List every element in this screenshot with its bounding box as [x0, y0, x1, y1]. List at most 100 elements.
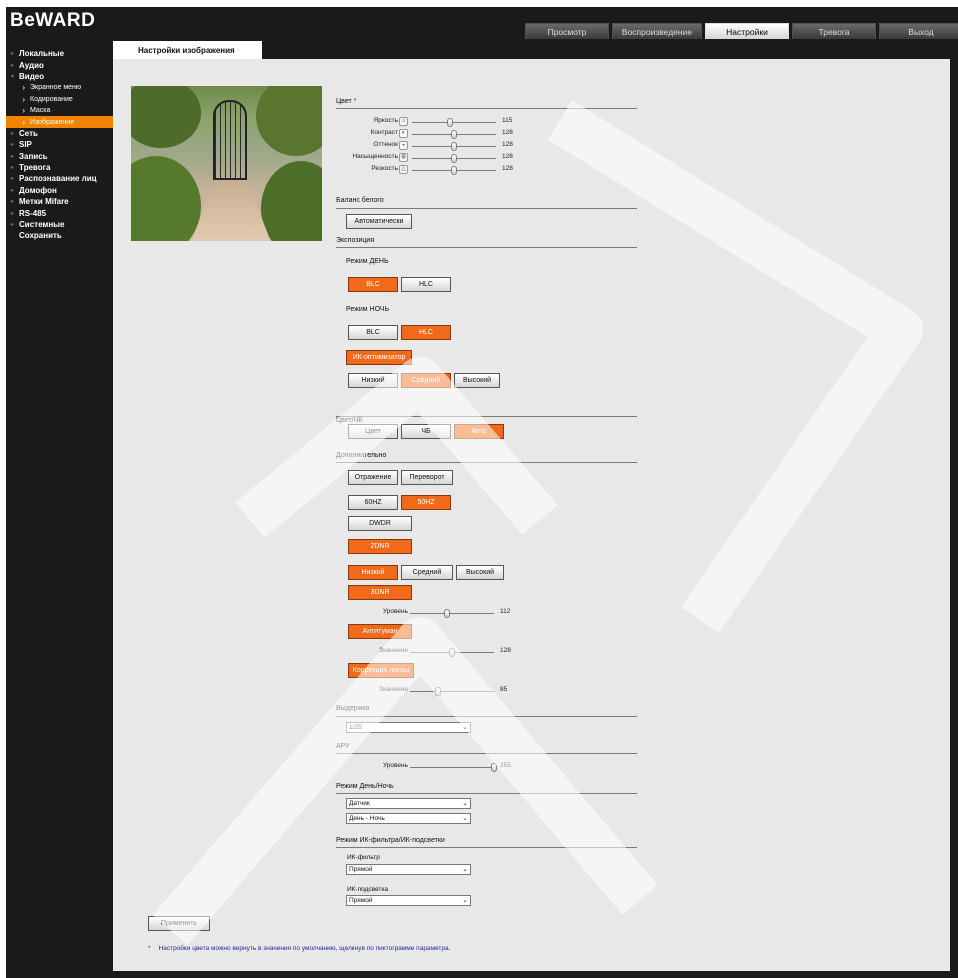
sidebar-item-14[interactable]: ▸ RS-485 [6, 207, 119, 218]
lens-correction-button[interactable]: Коррекция линзы [348, 663, 414, 678]
agc-level-slider-label: Уровень [382, 762, 408, 769]
sidebar-item-16[interactable]: Сохранить [6, 230, 119, 241]
tab-exit[interactable]: Выход [879, 23, 958, 39]
contrast-icon[interactable]: ◐ [399, 129, 408, 138]
tab-settings[interactable]: Настройки [705, 23, 789, 39]
defog-button[interactable]: Антитуман [348, 624, 412, 639]
sidebar-item-label: Экранное меню [30, 84, 82, 92]
slider-0-track[interactable] [412, 122, 496, 123]
night-mode-button-1[interactable]: HLC [401, 325, 451, 340]
day-mode-button-0[interactable]: BLC [348, 277, 398, 292]
color-bw-button-1[interactable]: ЧБ [401, 424, 451, 439]
slider-3-thumb[interactable] [451, 154, 458, 163]
sidebar-item-label: Аудио [19, 60, 44, 70]
saturation-icon[interactable]: ◍ [399, 153, 408, 162]
sharpness-icon[interactable]: △ [399, 165, 408, 174]
camera-preview-image [131, 86, 322, 241]
beward-logo: BeWARD [10, 10, 96, 31]
ir-level-button-0[interactable]: Низкий [348, 373, 398, 388]
hz-button-1[interactable]: 50HZ [401, 495, 451, 510]
footnote: * Настройки цвета можно вернуть в значени… [148, 945, 450, 952]
slider-4-thumb[interactable] [451, 166, 458, 175]
dnr2-level-button-1[interactable]: Средний [401, 565, 453, 580]
triangle-right-icon: ▸ [10, 142, 14, 149]
triangle-right-icon: ▸ [10, 210, 14, 217]
chevron-down-icon: ⌄ [462, 724, 468, 731]
white-balance-auto-button[interactable]: Автоматически [346, 214, 412, 229]
sidebar-item-8[interactable]: ▸ SIP [6, 139, 119, 150]
sidebar-item-0[interactable]: ▸ Локальные [6, 48, 119, 59]
triangle-right-icon: ▸ [10, 62, 14, 69]
lens-slider-thumb[interactable] [435, 687, 441, 696]
dnr3-level-slider-label: Уровень [382, 608, 408, 615]
ir-level-button-2[interactable]: Высокий [454, 373, 500, 388]
brightness-icon[interactable]: ☼ [399, 117, 408, 126]
ir-mode-title: Режим ИК-фильтра/ИК-подсветки [336, 837, 445, 844]
triangle-right-icon: ▸ [10, 222, 14, 229]
slider-2-thumb[interactable] [451, 142, 458, 151]
day-mode-button-1[interactable]: HLC [401, 277, 451, 292]
divider [336, 753, 637, 754]
slider-0-thumb[interactable] [446, 118, 453, 127]
sidebar-item-10[interactable]: ▸ Тревога [6, 162, 119, 173]
chevron-right-icon: › [22, 117, 25, 127]
3dnr-button[interactable]: 3DNR [348, 585, 412, 600]
sidebar-item-1[interactable]: ▸ Аудио [6, 59, 119, 70]
chevron-right-icon: › [22, 94, 25, 104]
sidebar-item-4[interactable]: › Кодирование [6, 94, 119, 105]
triangle-right-icon: ▸ [10, 51, 14, 58]
daynight-schedule-select[interactable]: День - Ночь ⌄ [346, 813, 471, 824]
hz-button-0[interactable]: 60HZ [348, 495, 398, 510]
apply-button[interactable]: Применить [148, 916, 210, 931]
slider-2-value: 128 [502, 141, 513, 148]
ir-light-select[interactable]: Прямой ⌄ [346, 895, 471, 906]
sidebar-item-3[interactable]: › Экранное меню [6, 82, 119, 93]
triangle-right-icon: ▸ [10, 187, 14, 194]
slider-1-value: 128 [502, 129, 513, 136]
color-bw-button-0[interactable]: Цвет [348, 424, 398, 439]
slider-3-value: 128 [502, 153, 513, 160]
sidebar-item-9[interactable]: ▸ Запись [6, 151, 119, 162]
dnr3-level-slider-thumb[interactable] [443, 609, 450, 618]
hue-icon[interactable]: ◒ [399, 141, 408, 150]
night-mode-button-0[interactable]: BLC [348, 325, 398, 340]
defog-slider-thumb[interactable] [449, 648, 456, 657]
triangle-right-icon: ▸ [10, 176, 14, 183]
flip-button[interactable]: Переворот [401, 470, 453, 485]
tab-alarm[interactable]: Тревога [792, 23, 876, 39]
triangle-right-icon: ▸ [10, 130, 14, 137]
dnr3-level-slider-track[interactable] [410, 613, 494, 614]
tab-view[interactable]: Просмотр [525, 23, 609, 39]
color-bw-button-2[interactable]: Авто [454, 424, 504, 439]
ir-level-button-1[interactable]: Средний [401, 373, 451, 388]
divider [336, 716, 637, 717]
chevron-down-icon: ⌄ [462, 815, 468, 822]
ir-optimizer-button[interactable]: ИК-оптимизатор [346, 350, 412, 365]
slider-1-thumb[interactable] [451, 130, 458, 139]
lens-slider-track[interactable] [410, 691, 494, 692]
divider [336, 462, 637, 463]
dnr2-level-button-0[interactable]: Низкий [348, 565, 398, 580]
agc-level-slider-track[interactable] [410, 767, 494, 768]
dwdr-button[interactable]: DWDR [348, 516, 412, 531]
gate-shape [213, 100, 247, 180]
tab-playback[interactable]: Воспроизведение [612, 23, 702, 39]
lens-slider-label: Значение [379, 686, 408, 693]
sidebar-item-2[interactable]: ▾ Видео [6, 71, 119, 82]
sidebar-item-12[interactable]: ▸ Домофон [6, 185, 119, 196]
exposure-title: Экспозиция [336, 237, 375, 244]
sidebar-item-15[interactable]: ▸ Системные [6, 219, 119, 230]
sidebar-item-6[interactable]: › Изображение [6, 116, 119, 128]
sidebar-item-7[interactable]: ▸ Сеть [6, 128, 119, 139]
path-shape [191, 180, 271, 241]
mirror-button[interactable]: Отражение [348, 470, 398, 485]
2dnr-button[interactable]: 2DNR [348, 539, 412, 554]
sidebar-item-13[interactable]: ▸ Метки Mifare [6, 196, 119, 207]
daynight-mode-select[interactable]: Датчик ⌄ [346, 798, 471, 809]
dnr2-level-button-2[interactable]: Высокий [456, 565, 504, 580]
shutter-select[interactable]: 1/25 ⌄ [346, 722, 471, 733]
agc-level-slider-thumb[interactable] [491, 763, 497, 772]
sidebar-item-11[interactable]: ▸ Распознавание лиц [6, 173, 119, 184]
ir-filter-select[interactable]: Прямой ⌄ [346, 864, 471, 875]
sidebar-item-5[interactable]: › Маска [6, 105, 119, 116]
